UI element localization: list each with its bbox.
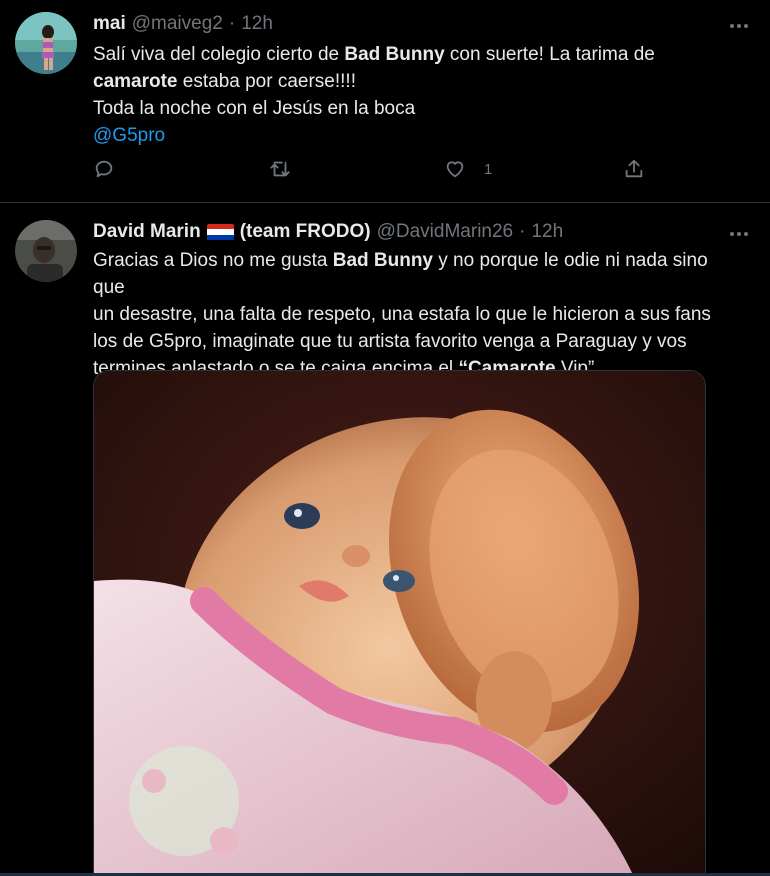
doll-photo [94, 371, 705, 876]
avatar-image [15, 220, 77, 282]
share-icon [625, 159, 643, 178]
display-name[interactable]: David Marin [93, 221, 201, 243]
like-count: 1 [484, 160, 493, 178]
tweet-david-marin[interactable]: David Marin (team FRODO) @DavidMarin26 ·… [0, 204, 770, 876]
heart-icon [446, 161, 464, 178]
mention-link[interactable]: @G5pro [93, 122, 730, 149]
reply-button[interactable] [93, 158, 115, 180]
paraguay-flag-icon [206, 223, 234, 241]
tweet-media-image[interactable] [93, 370, 706, 876]
tweet-text: Gracias a Dios no me gusta Bad Bunny y n… [93, 247, 730, 382]
text-segment: estaba por caerse!!!! [177, 71, 356, 92]
text-line: los de G5pro, imaginate que tu artista f… [93, 331, 687, 352]
text-bold: Bad Bunny [332, 250, 433, 271]
tweet-actions: 1 [93, 158, 653, 194]
timestamp[interactable]: 12h [241, 13, 273, 35]
text-segment: con suerte! La tarima de [444, 44, 655, 65]
avatar-mai[interactable] [15, 12, 77, 74]
avatar-david-marin[interactable] [15, 220, 77, 282]
text-line: Toda la noche con el Jesús en la boca [93, 98, 416, 119]
user-handle[interactable]: @maiveg2 [132, 13, 223, 35]
user-handle[interactable]: @DavidMarin26 [377, 221, 514, 243]
text-segment: Gracias a Dios no me gusta [93, 250, 333, 271]
retweet-button[interactable] [269, 158, 291, 180]
text-bold: Bad Bunny [344, 44, 445, 65]
display-name[interactable]: mai [93, 13, 126, 35]
separator: · [228, 13, 236, 34]
text-segment: Salí viva del colegio cierto de [93, 44, 345, 65]
reply-icon [95, 160, 113, 178]
text-bold: camarote [93, 71, 178, 92]
text-line: un desastre, una falta de respeto, una e… [93, 304, 711, 325]
more-options-icon[interactable] [730, 22, 752, 30]
timestamp[interactable]: 12h [531, 221, 563, 243]
tweet-mai[interactable]: mai @maiveg2 · 12h Salí viva del colegio… [0, 0, 770, 203]
like-button[interactable]: 1 [444, 158, 492, 180]
tweet-header: mai @maiveg2 · 12h [93, 13, 700, 35]
share-button[interactable] [623, 158, 645, 180]
more-options-icon[interactable] [730, 230, 752, 238]
avatar-image [15, 12, 77, 74]
display-name-team[interactable]: (team FRODO) [240, 221, 371, 243]
retweet-icon [270, 161, 290, 177]
tweet-text: Salí viva del colegio cierto de Bad Bunn… [93, 41, 730, 149]
tweet-header: David Marin (team FRODO) @DavidMarin26 ·… [93, 221, 700, 243]
separator: · [519, 221, 526, 242]
